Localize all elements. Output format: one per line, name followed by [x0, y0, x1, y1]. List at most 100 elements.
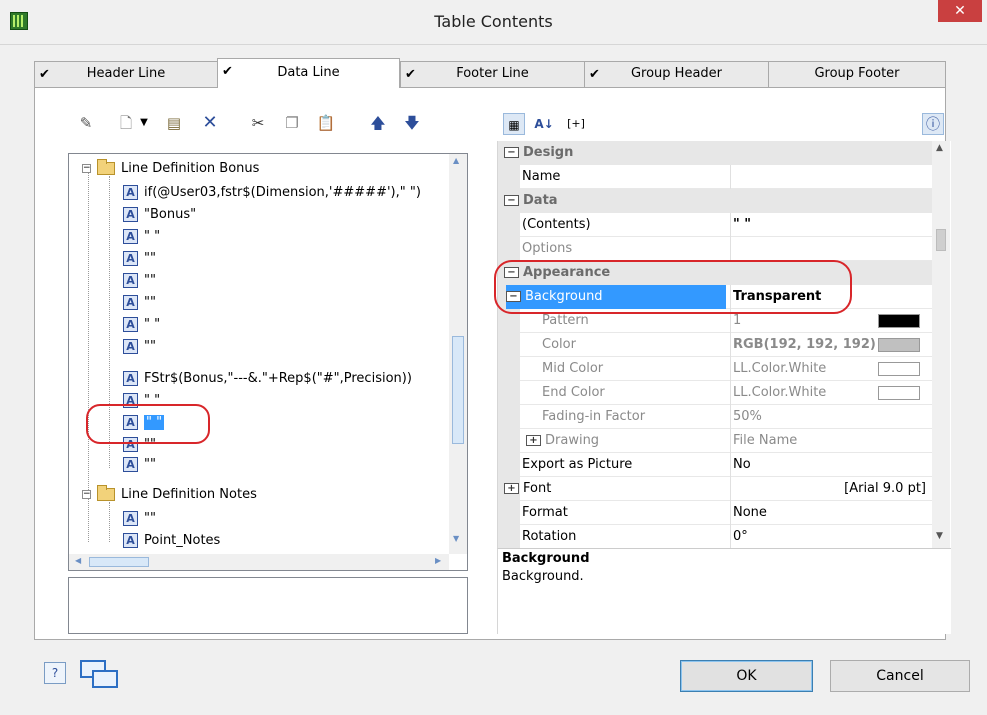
- copy-icon[interactable]: ❐: [281, 112, 303, 134]
- cut-icon[interactable]: ✂: [247, 112, 269, 134]
- tab-footer-line[interactable]: ✔ Footer Line: [400, 61, 585, 87]
- tree-item[interactable]: A "": [123, 249, 156, 269]
- scrollbar-thumb[interactable]: [89, 557, 149, 567]
- text-field-icon: A: [123, 185, 138, 200]
- arrow-up-icon[interactable]: 🡅: [367, 112, 389, 134]
- cancel-button[interactable]: Cancel: [830, 660, 970, 692]
- tab-group-footer[interactable]: Group Footer: [768, 61, 946, 87]
- property-row-rotation[interactable]: Rotation 0°: [498, 525, 932, 548]
- property-row-fading[interactable]: Fading-in Factor 50%: [498, 405, 932, 429]
- categorized-icon[interactable]: ▦: [503, 113, 525, 135]
- property-row-contents[interactable]: (Contents) " ": [498, 213, 932, 237]
- property-row-font[interactable]: + Font [Arial 9.0 pt]: [498, 477, 932, 501]
- property-name: + Font: [504, 477, 708, 501]
- tree-view[interactable]: − Line Definition Bonus Aif(@User03,fstr$…: [68, 153, 468, 571]
- tree-item[interactable]: A " ": [123, 227, 160, 247]
- property-row-options[interactable]: Options: [498, 237, 932, 261]
- arrow-down-icon[interactable]: 🡇: [401, 112, 423, 134]
- info-icon[interactable]: ⓘ: [922, 113, 944, 135]
- scroll-up-icon[interactable]: ▲: [453, 156, 459, 165]
- tree-folder-row[interactable]: − Line Definition Bonus: [82, 159, 259, 179]
- property-value[interactable]: No: [730, 453, 930, 477]
- scroll-down-icon[interactable]: ▼: [453, 534, 459, 543]
- property-value[interactable]: [Arial 9.0 pt]: [730, 477, 930, 501]
- tab-header-line[interactable]: ✔ Header Line: [34, 61, 218, 87]
- category-data[interactable]: − Data: [498, 189, 932, 213]
- collapse-icon[interactable]: −: [504, 195, 519, 206]
- scrollbar-thumb[interactable]: [936, 229, 946, 251]
- tree-item[interactable]: A "": [123, 455, 156, 475]
- tree-folder-row[interactable]: − Line Definition Notes: [82, 485, 257, 505]
- checkmark-icon[interactable]: ✔: [39, 63, 50, 87]
- tree-item-label: if(@User03,fstr$(Dimension,'#####')," "): [144, 185, 421, 200]
- property-value[interactable]: 0°: [730, 525, 930, 548]
- color-swatch: [878, 386, 920, 400]
- paste-icon[interactable]: 📋: [315, 112, 337, 134]
- property-row-export[interactable]: Export as Picture No: [498, 453, 932, 477]
- property-row-mid-color[interactable]: Mid Color LL.Color.White: [498, 357, 932, 381]
- tab-group-header[interactable]: ✔ Group Header: [584, 61, 769, 87]
- tree-item[interactable]: A "Bonus": [123, 205, 196, 225]
- help-title: Background: [502, 551, 590, 566]
- windows-icon[interactable]: [80, 660, 122, 690]
- checkmark-icon[interactable]: ✔: [222, 60, 233, 84]
- property-value[interactable]: 50%: [730, 405, 930, 429]
- tree-item[interactable]: A "": [123, 509, 156, 529]
- property-vertical-scrollbar[interactable]: ▲ ▼: [932, 141, 950, 548]
- property-value[interactable]: [730, 237, 930, 261]
- expand-icon[interactable]: +: [504, 483, 519, 494]
- expand-icon[interactable]: +: [526, 435, 541, 446]
- checkmark-icon[interactable]: ✔: [589, 63, 600, 87]
- tree-item[interactable]: A "": [123, 293, 156, 313]
- property-row-end-color[interactable]: End Color LL.Color.White: [498, 381, 932, 405]
- property-name: Export as Picture: [522, 457, 633, 472]
- collapse-icon[interactable]: −: [82, 490, 91, 499]
- property-name: + Drawing: [526, 429, 730, 453]
- scroll-right-icon[interactable]: ▶: [435, 556, 441, 565]
- property-name: (Contents): [522, 217, 591, 232]
- help-button[interactable]: ?: [44, 662, 66, 684]
- tab-label: Data Line: [277, 65, 340, 80]
- tree-item-label: "": [144, 511, 156, 526]
- chevron-down-icon[interactable]: ▼: [133, 112, 155, 134]
- close-button[interactable]: ✕: [938, 0, 982, 22]
- property-value[interactable]: [730, 165, 930, 189]
- expand-all-icon[interactable]: [+]: [565, 113, 587, 135]
- property-name: Name: [522, 169, 561, 184]
- ok-button[interactable]: OK: [680, 660, 813, 692]
- delete-icon[interactable]: ✕: [199, 112, 221, 134]
- scroll-up-icon[interactable]: ▲: [936, 143, 943, 153]
- scroll-left-icon[interactable]: ◀: [75, 556, 81, 565]
- tab-data-line[interactable]: ✔ Data Line: [217, 58, 400, 88]
- property-value[interactable]: None: [730, 501, 930, 525]
- tree-item[interactable]: A Point_Notes: [123, 531, 220, 551]
- property-row-drawing[interactable]: + Drawing File Name: [498, 429, 932, 453]
- text-field-icon: A: [123, 511, 138, 526]
- category-design[interactable]: − Design: [498, 141, 932, 165]
- tree-horizontal-scrollbar[interactable]: ◀ ▶: [69, 554, 449, 570]
- sort-alpha-icon[interactable]: A↓: [533, 113, 555, 135]
- property-row-format[interactable]: Format None: [498, 501, 932, 525]
- tree-item[interactable]: Aif(@User03,fstr$(Dimension,'#####')," "…: [123, 183, 421, 203]
- tree-item[interactable]: A FStr$(Bonus,"---&."+Rep$("#",Precision)…: [123, 369, 412, 389]
- checkmark-icon[interactable]: ✔: [405, 63, 416, 87]
- tree-item[interactable]: A "": [123, 337, 156, 357]
- collapse-icon[interactable]: −: [82, 164, 91, 173]
- text-field-icon: A: [123, 371, 138, 386]
- highlight-oval: [494, 260, 852, 314]
- property-row-name[interactable]: Name: [498, 165, 932, 189]
- collapse-icon[interactable]: −: [504, 147, 519, 158]
- properties-icon[interactable]: ▤: [163, 112, 185, 134]
- tree-item-label: "": [144, 273, 156, 288]
- scrollbar-thumb[interactable]: [452, 336, 464, 444]
- help-text: Background.: [502, 569, 584, 584]
- property-row-color[interactable]: Color RGB(192, 192, 192): [498, 333, 932, 357]
- property-name: Color: [542, 337, 576, 352]
- scroll-down-icon[interactable]: ▼: [936, 531, 943, 541]
- wand-icon[interactable]: ✎: [75, 112, 97, 134]
- property-value[interactable]: File Name: [730, 429, 930, 453]
- tree-item[interactable]: A " ": [123, 315, 160, 335]
- property-value[interactable]: " ": [730, 213, 930, 237]
- tree-vertical-scrollbar[interactable]: ▲ ▼: [449, 154, 467, 554]
- tree-item[interactable]: A "": [123, 271, 156, 291]
